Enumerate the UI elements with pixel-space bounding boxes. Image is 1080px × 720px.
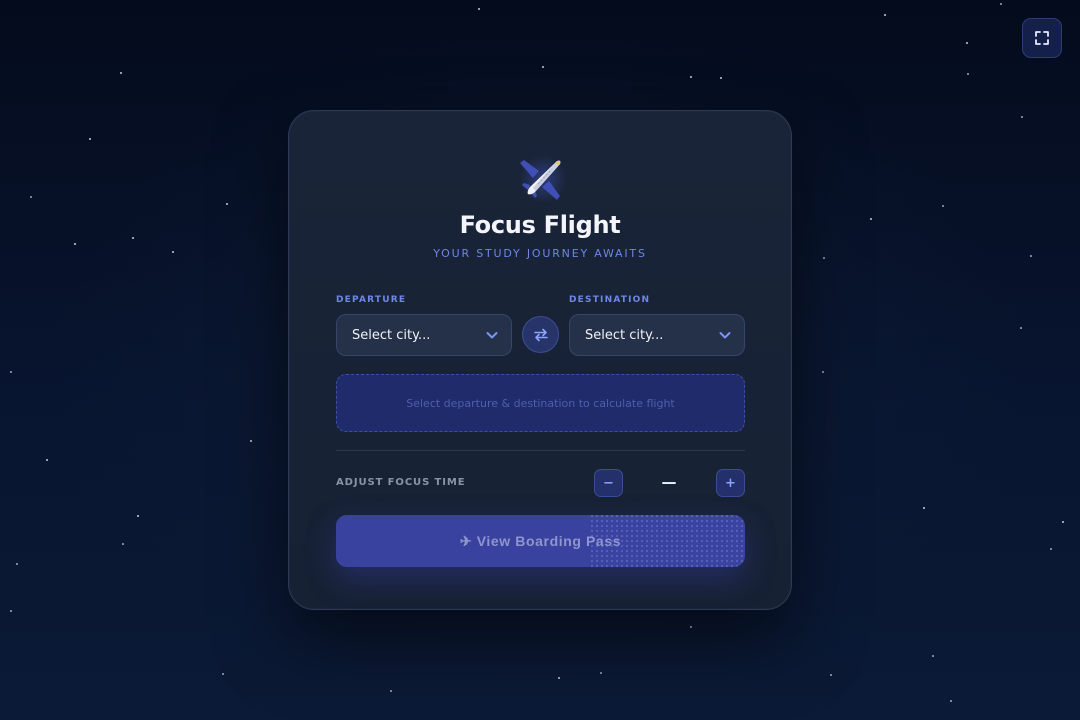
destination-select[interactable]: Select city...: [569, 314, 745, 356]
chevron-down-icon: [486, 332, 498, 339]
focus-time-value: —: [661, 473, 677, 491]
swap-route-button[interactable]: [522, 316, 559, 353]
app-title: Focus Flight: [459, 211, 621, 239]
flight-info-placeholder: Select departure & destination to calcul…: [406, 396, 675, 410]
fullscreen-button[interactable]: [1022, 18, 1062, 58]
departure-value: Select city...: [352, 327, 431, 343]
app-subtitle: YOUR STUDY JOURNEY AWAITS: [433, 247, 647, 260]
view-boarding-pass-button[interactable]: ✈ View Boarding Pass: [336, 515, 745, 567]
increase-time-button[interactable]: +: [716, 469, 745, 497]
destination-label: DESTINATION: [569, 295, 651, 305]
divider: [336, 450, 745, 451]
decrease-time-button[interactable]: −: [594, 469, 623, 497]
focus-time-label: ADJUST FOCUS TIME: [336, 477, 466, 488]
airplane-icon: [520, 160, 561, 200]
logo: [505, 151, 577, 207]
departure-select[interactable]: Select city...: [336, 314, 512, 356]
chevron-down-icon: [719, 332, 731, 339]
departure-label: DEPARTURE: [336, 295, 407, 305]
flight-card: Focus Flight YOUR STUDY JOURNEY AWAITS D…: [288, 110, 792, 610]
fullscreen-icon: [1035, 31, 1049, 45]
boarding-pass-label: ✈ View Boarding Pass: [459, 532, 622, 549]
flight-info-panel: Select departure & destination to calcul…: [336, 374, 745, 432]
destination-value: Select city...: [585, 327, 664, 343]
swap-arrows-icon: [533, 328, 548, 341]
